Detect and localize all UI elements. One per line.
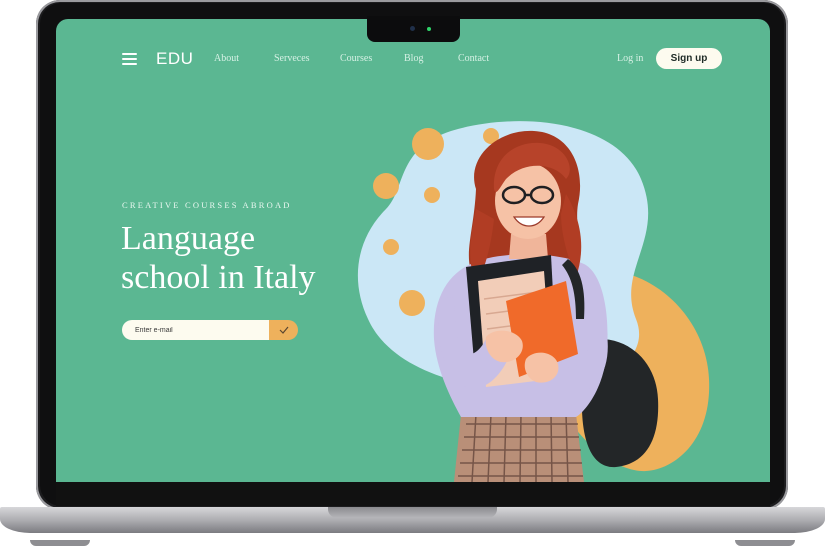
email-input[interactable]: [122, 320, 282, 340]
website-screen: EDU About Serveces Courses Blog Contact …: [56, 19, 770, 482]
login-link[interactable]: Log in: [617, 53, 643, 64]
checkmark-icon: [279, 326, 288, 334]
decor-dot: [424, 187, 440, 203]
camera-indicator: [427, 27, 431, 31]
hero-title-line1: Language: [121, 220, 256, 257]
hero-title-line2: school in Italy: [121, 259, 316, 296]
hero-title: Language school in Italy: [121, 219, 381, 297]
menu-icon[interactable]: [122, 53, 137, 65]
nav-link-courses[interactable]: Courses: [340, 53, 372, 64]
nav-link-services[interactable]: Serveces: [274, 53, 310, 64]
screen-bezel-bottom: [56, 482, 770, 506]
decor-dot: [373, 173, 399, 199]
decor-dot: [412, 128, 444, 160]
nav-link-contact[interactable]: Contact: [458, 53, 489, 64]
email-submit-button[interactable]: [269, 320, 298, 340]
nav-link-about[interactable]: About: [214, 53, 239, 64]
laptop-foot: [735, 540, 795, 546]
nav-link-blog[interactable]: Blog: [404, 53, 423, 64]
laptop-hinge-slot: [328, 507, 497, 518]
laptop-foot: [30, 540, 90, 546]
decor-dot: [383, 239, 399, 255]
signup-button[interactable]: Sign up: [656, 48, 722, 69]
camera-lens: [410, 26, 415, 31]
decor-dot: [399, 290, 425, 316]
email-signup-form: [122, 320, 298, 340]
logo[interactable]: EDU: [156, 49, 193, 69]
hero-kicker: CREATIVE COURSES ABROAD: [122, 200, 292, 210]
laptop-mockup: EDU About Serveces Courses Blog Contact …: [0, 0, 825, 550]
camera-notch: [367, 16, 460, 42]
